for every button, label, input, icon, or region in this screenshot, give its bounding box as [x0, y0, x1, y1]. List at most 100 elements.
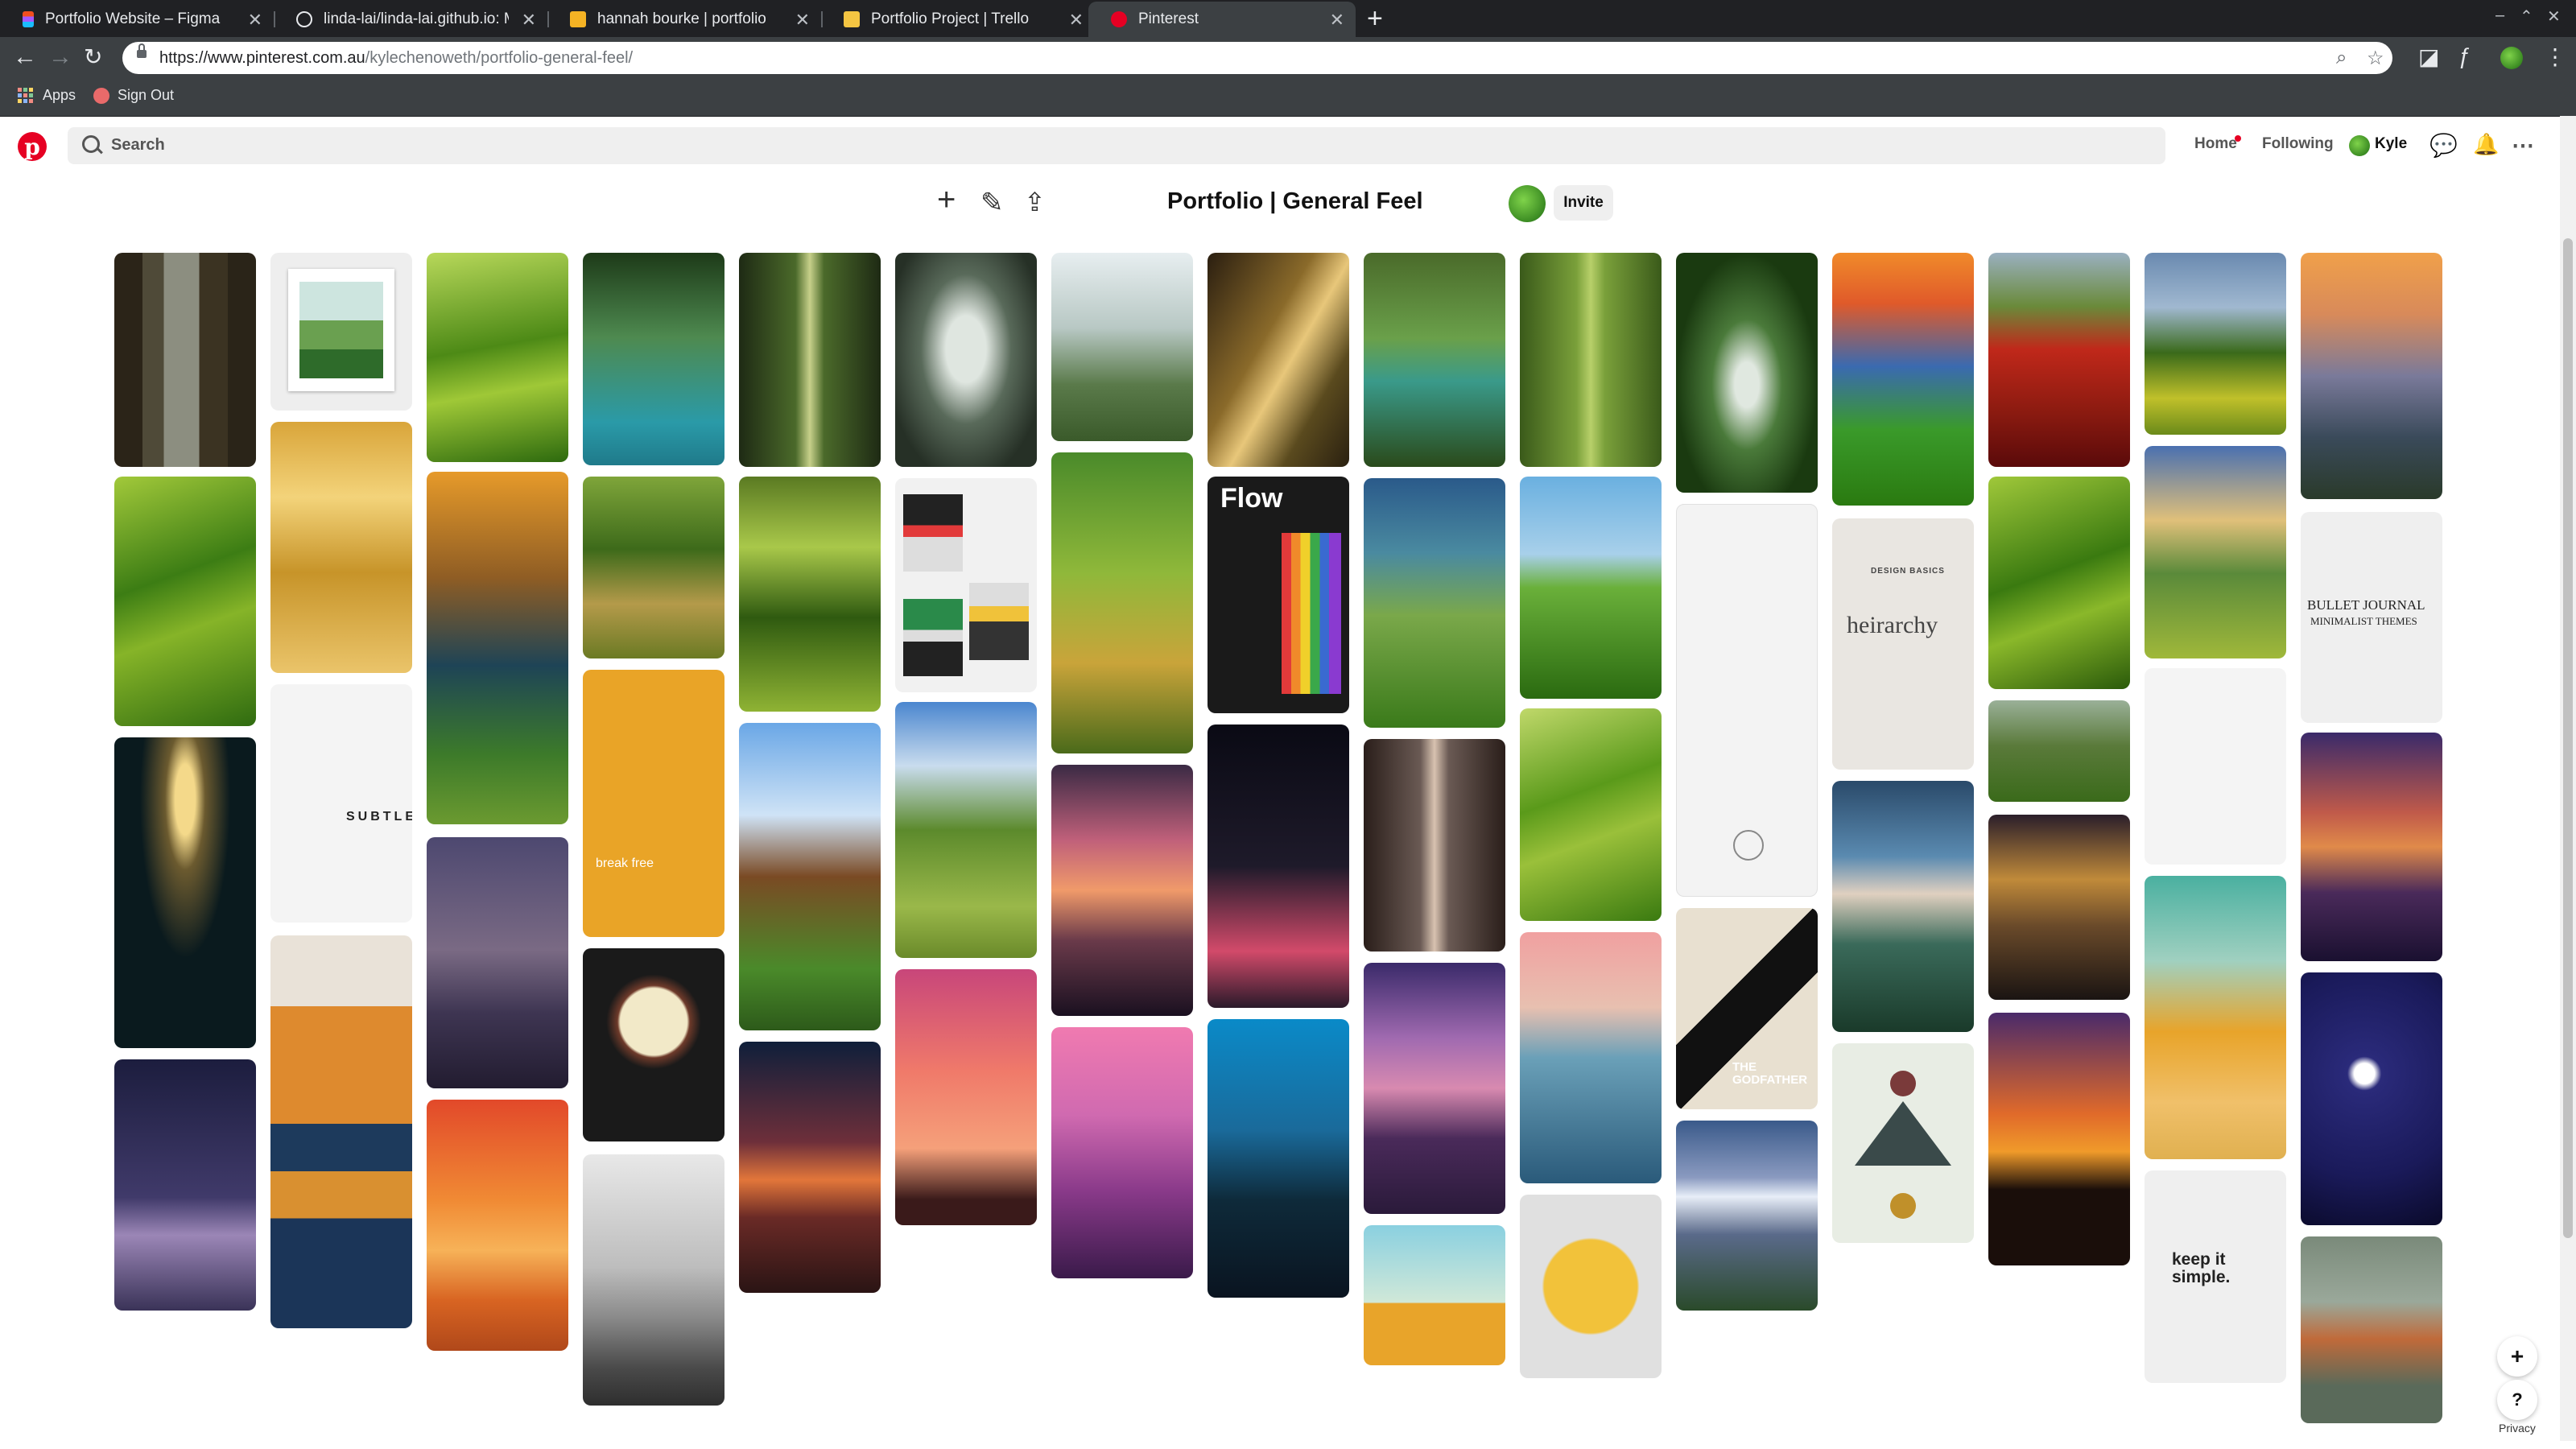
pin-moon-forest-dusk[interactable]: [427, 837, 568, 1088]
pin-green-slopes[interactable]: [1520, 708, 1662, 921]
pin-mountain-hikers[interactable]: [1832, 781, 1974, 1032]
pin-desert-sunset[interactable]: [427, 1100, 568, 1351]
pin-mountain-lake-dusk[interactable]: [1051, 765, 1193, 1016]
extension-icon[interactable]: ◪: [2418, 43, 2439, 70]
pin-framed-print[interactable]: [270, 253, 412, 411]
pin-bullet-journal[interactable]: BULLET JOURNAL MINIMALIST THEMES: [2301, 512, 2442, 723]
pin-poppy-field[interactable]: [1988, 253, 2130, 467]
pin-inception-poster[interactable]: [583, 948, 724, 1141]
pin-sunlit-forest[interactable]: [1208, 253, 1349, 467]
close-tab-icon[interactable]: ✕: [1330, 10, 1344, 31]
pin-green-hills[interactable]: [114, 477, 256, 726]
pin-lush-hills[interactable]: [1988, 477, 2130, 689]
pin-yellow-sun-circle[interactable]: [1520, 1195, 1662, 1378]
pin-ocean-sunset[interactable]: [1520, 932, 1662, 1183]
notifications-bell-icon[interactable]: 🔔: [2473, 132, 2499, 157]
pin-design-basics[interactable]: DESIGN BASICS heirarchy: [1832, 518, 1974, 770]
pin-minimal-sketch[interactable]: [2145, 668, 2286, 865]
pin-distant-hills[interactable]: [1988, 700, 2130, 802]
pin-script-lettering[interactable]: [1676, 504, 1818, 897]
pin-cypress-valley[interactable]: [2145, 446, 2286, 658]
invite-button[interactable]: Invite: [1554, 185, 1613, 221]
bookmark-sign-out[interactable]: Sign Out: [93, 87, 174, 104]
pin-flow-poster[interactable]: Flow: [1208, 477, 1349, 713]
pin-moonlit-mountain[interactable]: [114, 1059, 256, 1311]
pin-pink-forest[interactable]: [1051, 1027, 1193, 1278]
pin-layered-mountains-sunrise[interactable]: [2301, 253, 2442, 499]
pin-oak-tree[interactable]: [895, 253, 1037, 467]
help-button[interactable]: ?: [2497, 1380, 2537, 1420]
tab-github[interactable]: linda-lai/linda-lai.github.io: My ✕: [274, 2, 547, 37]
pin-redwood-waterfall[interactable]: [114, 253, 256, 467]
pin-green-fields[interactable]: [739, 477, 881, 712]
page-scrollbar-thumb[interactable]: [2563, 238, 2573, 1238]
add-pin-icon[interactable]: +: [937, 182, 956, 218]
pin-misty-hills[interactable]: [1051, 253, 1193, 441]
pin-snowy-mountains[interactable]: [1676, 1121, 1818, 1311]
pin-golden-dunes[interactable]: [270, 422, 412, 673]
url-text[interactable]: https://www.pinterest.com.au/kylechenowe…: [159, 49, 633, 68]
nav-following[interactable]: Following: [2262, 135, 2334, 153]
share-upload-icon[interactable]: ⇪: [1024, 187, 1046, 217]
pin-cave-waterfall-art[interactable]: [114, 737, 256, 1048]
bookmark-star-icon[interactable]: ☆: [2367, 47, 2384, 70]
pin-cactus-sunset[interactable]: [895, 969, 1037, 1225]
back-icon[interactable]: ←: [13, 43, 37, 71]
pin-break-free-poster[interactable]: break free: [583, 670, 724, 937]
tab-pinterest[interactable]: Pinterest ✕: [1088, 2, 1356, 37]
pin-geometric-mountain[interactable]: [1832, 1043, 1974, 1243]
maximize-icon[interactable]: ⌃: [2520, 6, 2533, 27]
pin-deer-silhouette[interactable]: [583, 1154, 724, 1406]
pin-cliff-sky[interactable]: [739, 723, 881, 1030]
browser-menu-icon[interactable]: ⋮: [2544, 43, 2566, 70]
add-floating-button[interactable]: +: [2497, 1336, 2537, 1377]
pin-figures-illustration[interactable]: [2301, 1236, 2442, 1423]
reload-icon[interactable]: ↻: [84, 43, 102, 70]
pin-castle-balloons[interactable]: [1364, 963, 1505, 1214]
pin-blue-forest-cabin[interactable]: [1208, 1019, 1349, 1298]
pin-mountain-sunset-valley[interactable]: [427, 472, 568, 824]
pin-tuscany-hills[interactable]: [427, 253, 568, 462]
pin-illustrated-hand[interactable]: [1364, 1225, 1505, 1365]
forward-icon[interactable]: →: [48, 43, 72, 71]
tab-hannah-bourke[interactable]: hannah bourke | portfolio ✕: [547, 2, 821, 37]
pin-subtle-card[interactable]: SUBTLE: [270, 684, 412, 923]
pin-keep-it-simple[interactable]: keep it simple.: [2145, 1170, 2286, 1383]
pin-godfather-poster[interactable]: THE GODFATHER: [1676, 908, 1818, 1109]
privacy-link[interactable]: Privacy: [2499, 1422, 2536, 1435]
bookmark-apps[interactable]: Apps: [18, 87, 76, 104]
minimize-icon[interactable]: –: [2496, 6, 2504, 25]
zoom-search-icon[interactable]: ⌕: [2336, 47, 2347, 69]
pin-asian-city-dusk[interactable]: [2301, 733, 2442, 961]
pin-business-cards[interactable]: [270, 935, 412, 1328]
pin-autumn-tree[interactable]: [2145, 876, 2286, 1159]
pin-green-valley[interactable]: [1051, 452, 1193, 753]
user-avatar[interactable]: [2349, 135, 2370, 156]
pin-rolling-farmland[interactable]: [583, 477, 724, 658]
pin-canyon-river[interactable]: [1364, 253, 1505, 467]
close-tab-icon[interactable]: ✕: [522, 10, 536, 31]
tab-figma[interactable]: Portfolio Website – Figma ✕: [0, 2, 274, 37]
pin-hilltop-house[interactable]: [2145, 253, 2286, 435]
pin-lone-trees-hill[interactable]: [1520, 477, 1662, 699]
address-bar[interactable]: https://www.pinterest.com.au/kylechenowe…: [122, 42, 2392, 74]
board-owner-avatar[interactable]: [1509, 185, 1546, 222]
close-window-icon[interactable]: ✕: [2547, 6, 2561, 27]
pin-cenote-waterfall[interactable]: [583, 253, 724, 465]
extension-f-icon[interactable]: ƒ: [2458, 43, 2471, 69]
messages-icon[interactable]: 💬: [2429, 132, 2458, 159]
nav-home[interactable]: Home: [2194, 135, 2237, 153]
close-tab-icon[interactable]: ✕: [248, 10, 262, 31]
pin-mossy-cave-falls[interactable]: [1676, 253, 1818, 493]
nav-profile-name[interactable]: Kyle: [2375, 135, 2407, 153]
pin-moon-statue-night[interactable]: [2301, 972, 2442, 1225]
pin-forest-cyclist[interactable]: [1988, 815, 2130, 1000]
more-options-icon[interactable]: ⋯: [2512, 132, 2534, 159]
close-tab-icon[interactable]: ✕: [1069, 10, 1084, 31]
search-input[interactable]: [109, 135, 596, 155]
pin-night-camp[interactable]: [1208, 724, 1349, 1008]
close-tab-icon[interactable]: ✕: [795, 10, 810, 31]
search-bar[interactable]: [68, 127, 2165, 164]
pin-editorial-portraits[interactable]: [895, 478, 1037, 692]
new-tab-icon[interactable]: +: [1367, 3, 1383, 35]
